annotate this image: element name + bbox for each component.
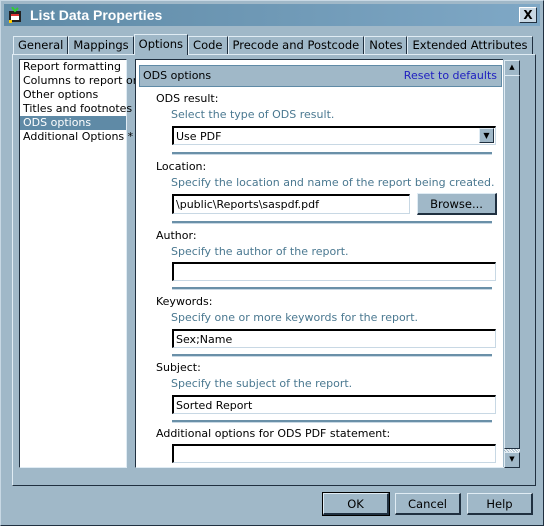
help-button[interactable]: Help — [467, 493, 533, 515]
title-bar[interactable]: List Data Properties X — [4, 4, 540, 26]
reset-to-defaults-link[interactable]: Reset to defaults — [404, 69, 497, 82]
keywords-input[interactable]: Sex;Name — [172, 329, 496, 348]
ods-result-group: ODS result: Select the type of ODS resul… — [156, 92, 496, 121]
section-header: ODS options Reset to defaults — [139, 65, 502, 87]
ods-result-select[interactable]: Use PDF ▼ — [172, 126, 496, 145]
keywords-group: Keywords: Specify one or more keywords f… — [156, 295, 496, 324]
author-label: Author: — [156, 229, 197, 242]
chevron-down-icon[interactable]: ▼ — [479, 128, 494, 143]
tab-code[interactable]: Code — [188, 36, 228, 54]
close-icon: X — [523, 8, 533, 22]
separator — [172, 287, 492, 290]
tab-bar: General Mappings Options Code Precode an… — [13, 34, 533, 55]
separator — [172, 420, 492, 423]
location-group: Location: Specify the location and name … — [156, 160, 496, 189]
dialog-window: List Data Properties X General Mappings … — [0, 0, 544, 526]
tab-precode-postcode[interactable]: Precode and Postcode — [227, 36, 365, 54]
ods-result-hint: Select the type of ODS result. — [171, 108, 335, 121]
scroll-up-button[interactable]: ▲ — [504, 60, 520, 76]
nav-item-columns-to-report-on[interactable]: Columns to report on — [20, 74, 140, 88]
scroll-down-button[interactable]: ▼ — [504, 452, 520, 468]
window-title: List Data Properties — [30, 7, 163, 23]
tab-general[interactable]: General — [13, 36, 69, 54]
location-label: Location: — [156, 160, 207, 173]
separator — [172, 221, 492, 224]
additional-options-group: Additional options for ODS PDF statement… — [156, 427, 496, 440]
separator — [172, 152, 492, 155]
ok-button[interactable]: OK — [322, 492, 390, 516]
keywords-hint: Specify one or more keywords for the rep… — [171, 311, 419, 324]
tab-extended-attributes[interactable]: Extended Attributes — [407, 36, 533, 54]
browse-button[interactable]: Browse... — [417, 193, 497, 215]
vertical-scrollbar[interactable]: ▲ ▼ — [503, 59, 520, 468]
location-hint: Specify the location and name of the rep… — [171, 176, 495, 189]
nav-item-report-formatting[interactable]: Report formatting — [20, 60, 126, 74]
separator — [172, 354, 492, 357]
scroll-down-arrow-icon: ▼ — [509, 455, 515, 463]
keywords-label: Keywords: — [156, 295, 213, 308]
subject-label: Subject: — [156, 361, 201, 374]
author-hint: Specify the author of the report. — [171, 245, 349, 258]
location-input[interactable]: \public\Reports\saspdf.pdf — [172, 194, 410, 214]
ods-options-pane: ODS options Reset to defaults ODS result… — [135, 59, 504, 468]
subject-input[interactable]: Sorted Report — [172, 395, 496, 414]
tab-mappings[interactable]: Mappings — [68, 36, 134, 54]
subject-group: Subject: Specify the subject of the repo… — [156, 361, 496, 390]
author-input[interactable] — [172, 262, 496, 281]
list-data-icon — [9, 7, 21, 23]
additional-options-input[interactable] — [172, 444, 496, 463]
author-group: Author: Specify the author of the report… — [156, 229, 496, 258]
nav-item-titles-and-footnotes[interactable]: Titles and footnotes — [20, 102, 132, 116]
nav-item-ods-options[interactable]: ODS options — [20, 116, 126, 130]
section-title: ODS options — [143, 69, 212, 82]
scroll-up-arrow-icon: ▲ — [509, 63, 515, 71]
ods-result-value: Use PDF — [176, 130, 222, 143]
cancel-button[interactable]: Cancel — [395, 493, 461, 515]
subject-hint: Specify the subject of the report. — [171, 377, 353, 390]
options-nav-list[interactable]: Report formatting Columns to report on O… — [19, 59, 140, 468]
nav-item-additional-options[interactable]: Additional Options * — [20, 130, 133, 144]
nav-item-other-options[interactable]: Other options — [20, 88, 126, 102]
additional-options-label: Additional options for ODS PDF statement… — [156, 427, 391, 440]
scrollbar-thumb[interactable] — [504, 75, 520, 449]
tab-notes[interactable]: Notes — [364, 36, 408, 54]
tab-options[interactable]: Options — [133, 34, 189, 55]
close-button[interactable]: X — [519, 7, 537, 23]
ods-result-label: ODS result: — [156, 92, 219, 105]
